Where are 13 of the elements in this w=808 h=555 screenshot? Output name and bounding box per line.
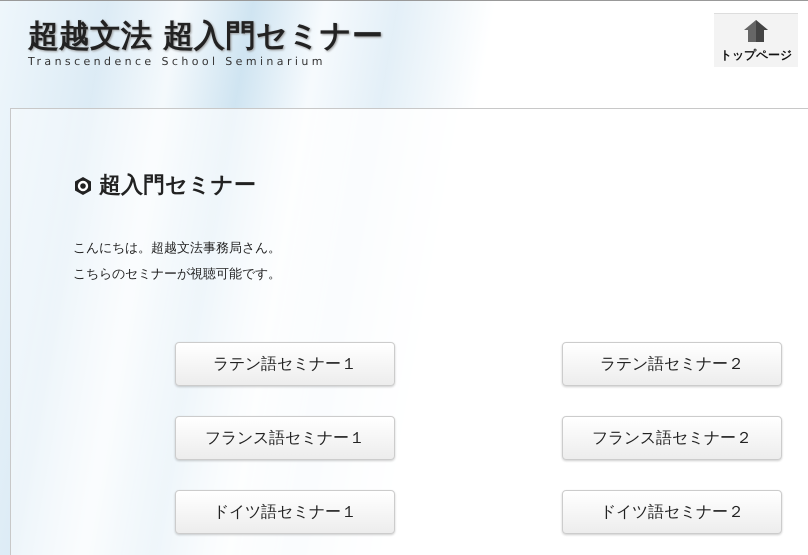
seminar-button[interactable]: ラテン語セミナー２ <box>562 342 782 386</box>
seminar-button[interactable]: フランス語セミナー２ <box>562 416 782 460</box>
site-title: 超越文法 超入門セミナー <box>28 17 383 55</box>
greeting-text: こちらのセミナーが視聴可能です。 <box>73 266 282 284</box>
top-page-link[interactable]: トップページ <box>714 13 798 67</box>
page-heading: 超入門セミナー <box>99 171 256 200</box>
site-subtitle: Transcendence School Seminarium <box>28 55 327 69</box>
greeting-text: こんにちは。超越文法事務局さん。 <box>73 240 282 258</box>
seminar-button[interactable]: ドイツ語セミナー２ <box>562 490 782 534</box>
seminar-button[interactable]: フランス語セミナー１ <box>175 416 395 460</box>
seminar-button[interactable]: ドイツ語セミナー１ <box>175 490 395 534</box>
seminar-button[interactable]: ラテン語セミナー１ <box>175 342 395 386</box>
heading-icon <box>73 176 93 196</box>
